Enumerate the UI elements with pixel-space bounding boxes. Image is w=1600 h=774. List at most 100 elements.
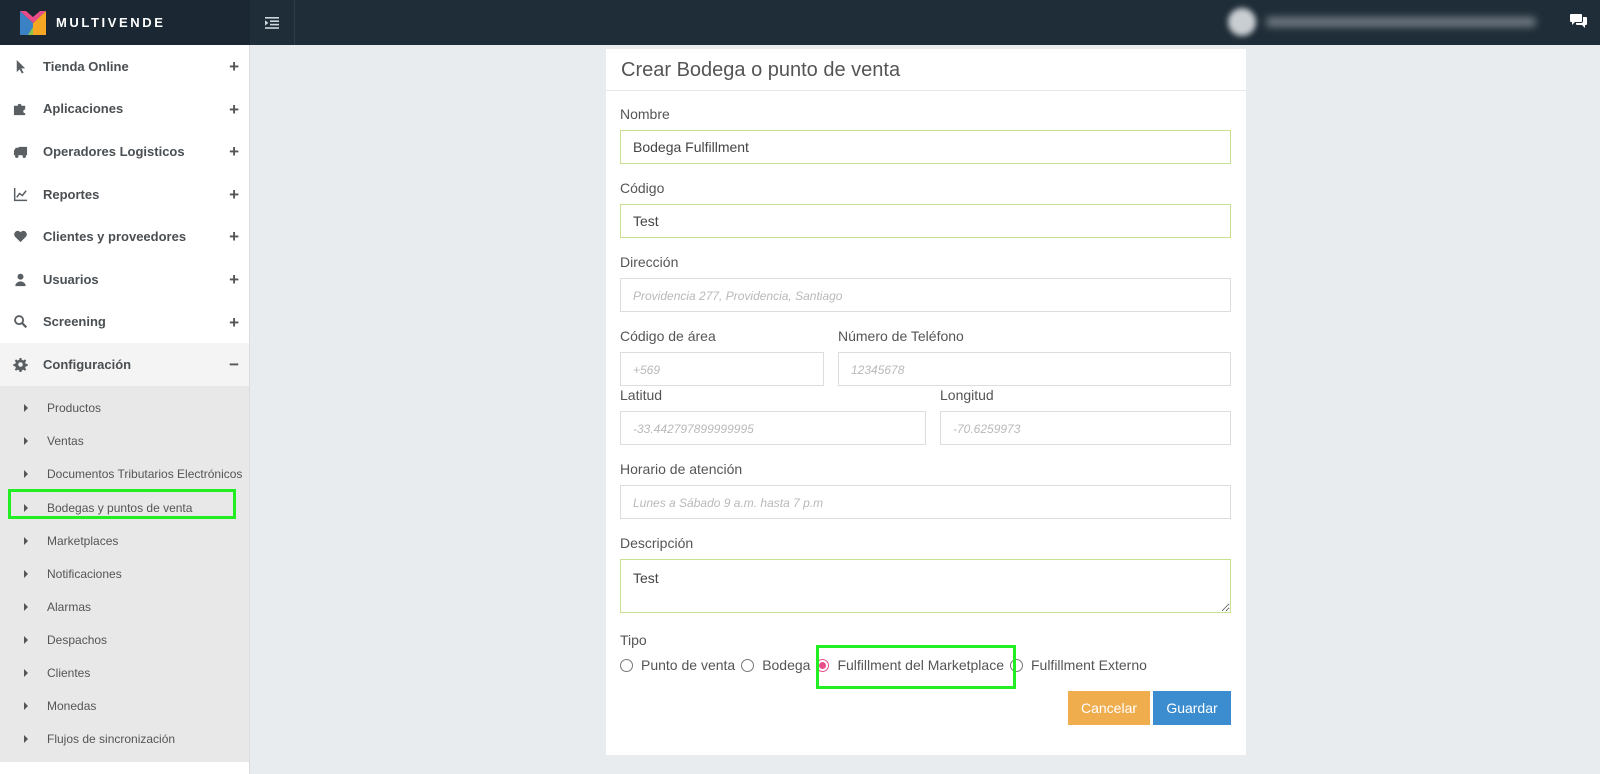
caret-right-icon [24, 470, 28, 479]
caret-right-icon [24, 602, 28, 611]
sidebar-item-label: Operadores Logisticos [43, 143, 185, 159]
sidebar-item-usuarios[interactable]: Usuarios + [0, 258, 249, 301]
sidebar-item-label: Aplicaciones [43, 101, 124, 117]
sidebar-item-aplicaciones[interactable]: Aplicaciones + [0, 88, 249, 131]
longitud-input[interactable] [940, 411, 1231, 445]
caret-right-icon [24, 635, 28, 644]
submenu-item-label: Despachos [47, 632, 108, 647]
horario-input[interactable] [620, 485, 1231, 519]
save-button[interactable]: Guardar [1153, 691, 1231, 725]
submenu-item-marketplaces[interactable]: Marketplaces [0, 524, 249, 557]
caret-right-icon [24, 669, 28, 678]
sidebar-item-label: Screening [43, 314, 106, 330]
user-name-blurred [1266, 17, 1536, 27]
page-title: Crear Bodega o punto de venta [621, 59, 901, 81]
submenu-item-flujos-sincronizacion[interactable]: Flujos de sincronización [0, 723, 249, 756]
expand-icon: + [229, 312, 239, 332]
configuracion-submenu: Productos Ventas Documentos Tributarios … [0, 385, 249, 762]
indent-menu-icon [265, 16, 279, 29]
menu-toggle-button[interactable] [250, 0, 295, 45]
heart-icon [12, 229, 28, 245]
submenu-item-label: Clientes [47, 666, 91, 681]
codigo-label: Código [620, 180, 665, 196]
horario-label: Horario de atención [620, 461, 743, 477]
radio-circle[interactable] [620, 658, 633, 672]
sidebar-item-screening[interactable]: Screening + [0, 301, 249, 344]
submenu-item-alarmas[interactable]: Alarmas [0, 590, 249, 623]
descripcion-textarea[interactable]: Test [620, 559, 1231, 613]
telefono-label: Número de Teléfono [838, 328, 964, 344]
sidebar: Tienda Online + Aplicaciones + Operadore… [0, 45, 250, 774]
caret-right-icon [24, 702, 28, 711]
submenu-item-productos[interactable]: Productos [0, 392, 249, 425]
sidebar-item-operadores-logisticos[interactable]: Operadores Logisticos + [0, 130, 249, 173]
caret-right-icon [24, 404, 28, 413]
caret-right-icon [24, 536, 28, 545]
cancel-button[interactable]: Cancelar [1068, 691, 1150, 725]
submenu-item-documentos-tributarios[interactable]: Documentos Tributarios Electrónicos [0, 458, 249, 491]
codigo-area-input[interactable] [620, 352, 824, 386]
truck-icon [12, 143, 28, 159]
latitud-input[interactable] [620, 411, 926, 445]
user-icon [12, 271, 28, 287]
caret-right-icon [24, 569, 28, 578]
sidebar-item-configuracion[interactable]: Configuración − [0, 343, 249, 386]
radio-fulfillment-externo[interactable]: Fulfillment Externo [1009, 657, 1147, 673]
line-chart-icon [12, 186, 28, 202]
tipo-label: Tipo [620, 632, 647, 648]
expand-icon: + [229, 99, 239, 119]
gear-icon [12, 356, 28, 372]
sidebar-item-tienda-online[interactable]: Tienda Online + [0, 45, 249, 88]
radio-label: Bodega [762, 657, 811, 673]
highlight-bodegas [8, 489, 236, 519]
submenu-item-ventas[interactable]: Ventas [0, 425, 249, 458]
top-navbar: MULTIVENDE [0, 0, 1600, 45]
submenu-item-label: Alarmas [47, 599, 92, 614]
expand-icon: + [229, 269, 239, 289]
search-icon [12, 314, 28, 330]
sidebar-item-reportes[interactable]: Reportes + [0, 173, 249, 216]
submenu-item-label: Flujos de sincronización [47, 732, 176, 747]
submenu-item-label: Ventas [47, 434, 84, 449]
telefono-input[interactable] [838, 352, 1231, 386]
brand-name: MULTIVENDE [56, 15, 166, 30]
expand-icon: + [229, 184, 239, 204]
radio-punto-de-venta[interactable]: Punto de venta [620, 657, 735, 673]
sidebar-item-label: Usuarios [43, 271, 99, 287]
nombre-input[interactable] [620, 130, 1231, 164]
codigo-area-label: Código de área [620, 328, 716, 344]
submenu-item-monedas[interactable]: Monedas [0, 690, 249, 723]
collapse-icon: − [229, 355, 239, 375]
caret-right-icon [24, 437, 28, 446]
radio-bodega[interactable]: Bodega [741, 657, 810, 673]
sidebar-item-label: Reportes [43, 186, 100, 202]
submenu-item-label: Monedas [47, 699, 97, 714]
multivende-logo-icon [20, 10, 46, 35]
sidebar-item-label: Tienda Online [43, 58, 129, 74]
sidebar-item-label: Clientes y proveedores [43, 229, 187, 245]
longitud-label: Longitud [940, 387, 994, 403]
direccion-input[interactable] [620, 278, 1231, 312]
radio-label: Fulfillment Externo [1030, 657, 1147, 673]
user-profile[interactable] [1228, 8, 1548, 36]
submenu-item-notificaciones[interactable]: Notificaciones [0, 557, 249, 590]
highlight-fulfillment-marketplace [816, 645, 1016, 689]
avatar [1228, 8, 1256, 36]
submenu-item-despachos[interactable]: Despachos [0, 623, 249, 656]
expand-icon: + [229, 142, 239, 162]
submenu-item-label: Productos [47, 401, 102, 416]
radio-circle[interactable] [741, 658, 755, 672]
puzzle-icon [12, 101, 28, 117]
codigo-input[interactable] [620, 204, 1231, 238]
latitud-label: Latitud [620, 387, 663, 403]
sidebar-item-clientes-proveedores[interactable]: Clientes y proveedores + [0, 215, 249, 258]
submenu-item-label: Notificaciones [47, 566, 122, 581]
submenu-item-label: Marketplaces [47, 533, 119, 548]
comments-icon[interactable] [1570, 13, 1588, 29]
direccion-label: Dirección [620, 254, 679, 270]
descripcion-label: Descripción [620, 535, 694, 551]
submenu-item-clientes[interactable]: Clientes [0, 657, 249, 690]
brand[interactable]: MULTIVENDE [0, 0, 250, 45]
sidebar-item-label: Configuración [43, 356, 132, 372]
pointer-icon [12, 58, 28, 74]
